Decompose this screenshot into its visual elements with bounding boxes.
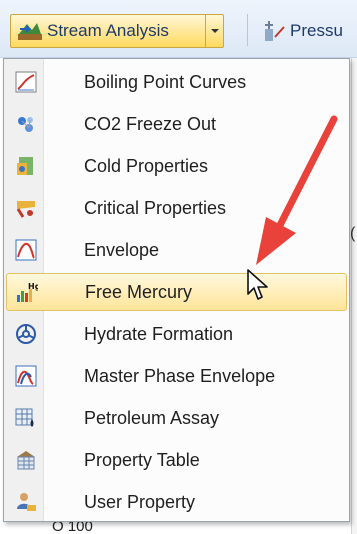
stream-analysis-icon bbox=[18, 23, 42, 40]
menu-item-free-mercury[interactable]: Hg Free Mercury bbox=[6, 273, 347, 311]
menu-item-envelope[interactable]: Envelope bbox=[6, 231, 347, 269]
boiling-point-curves-icon bbox=[15, 71, 37, 93]
svg-text:Hg: Hg bbox=[28, 282, 38, 291]
ribbon-toolbar: Stream Analysis Pressu bbox=[0, 0, 357, 58]
petroleum-assay-icon bbox=[15, 407, 37, 429]
free-mercury-icon: Hg bbox=[16, 281, 38, 303]
menu-item-master-phase-envelope[interactable]: Master Phase Envelope bbox=[6, 357, 347, 395]
menu-item-label: Envelope bbox=[84, 239, 160, 260]
pressure-label: Pressu bbox=[290, 21, 343, 40]
envelope-icon bbox=[15, 239, 37, 261]
menu-item-label: Free Mercury bbox=[85, 281, 193, 302]
background-panel-edge bbox=[351, 58, 357, 534]
critical-properties-icon bbox=[15, 197, 37, 219]
menu-item-petroleum-assay[interactable]: Petroleum Assay bbox=[6, 399, 347, 437]
menu-item-label: Petroleum Assay bbox=[84, 407, 220, 428]
stream-analysis-menu: Boiling Point Curves CO2 Freeze Out Cold… bbox=[3, 58, 350, 522]
menu-item-user-property[interactable]: User Property bbox=[6, 483, 347, 521]
toolbar-separator bbox=[247, 14, 248, 46]
menu-item-label: Cold Properties bbox=[84, 155, 209, 176]
co2-freeze-out-icon bbox=[15, 113, 37, 135]
background-text-fragment: ( bbox=[350, 225, 356, 242]
hydrate-formation-icon bbox=[15, 323, 37, 345]
menu-item-cold-properties[interactable]: Cold Properties bbox=[6, 147, 347, 185]
menu-item-label: User Property bbox=[84, 491, 196, 512]
menu-item-label: Critical Properties bbox=[84, 197, 227, 218]
menu-item-property-table[interactable]: Property Table bbox=[6, 441, 347, 479]
menu-item-label: CO2 Freeze Out bbox=[84, 113, 217, 134]
menu-item-label: Hydrate Formation bbox=[84, 323, 234, 344]
menu-item-label: Master Phase Envelope bbox=[84, 365, 276, 386]
cold-properties-icon bbox=[15, 155, 37, 177]
pressure-button[interactable]: Pressu bbox=[262, 14, 357, 48]
property-table-icon bbox=[15, 449, 37, 471]
chevron-down-icon[interactable] bbox=[205, 15, 223, 47]
menu-item-label: Boiling Point Curves bbox=[84, 71, 247, 92]
menu-item-co2-freeze-out[interactable]: CO2 Freeze Out bbox=[6, 105, 347, 143]
menu-item-boiling-point-curves[interactable]: Boiling Point Curves bbox=[6, 63, 347, 101]
menu-item-critical-properties[interactable]: Critical Properties bbox=[6, 189, 347, 227]
pressure-icon bbox=[265, 21, 285, 41]
menu-item-hydrate-formation[interactable]: Hydrate Formation bbox=[6, 315, 347, 353]
master-phase-envelope-icon bbox=[15, 365, 37, 387]
stream-analysis-button[interactable]: Stream Analysis bbox=[10, 14, 224, 48]
menu-item-label: Property Table bbox=[84, 449, 200, 470]
user-property-icon bbox=[15, 491, 37, 513]
stream-analysis-label: Stream Analysis bbox=[47, 21, 169, 40]
